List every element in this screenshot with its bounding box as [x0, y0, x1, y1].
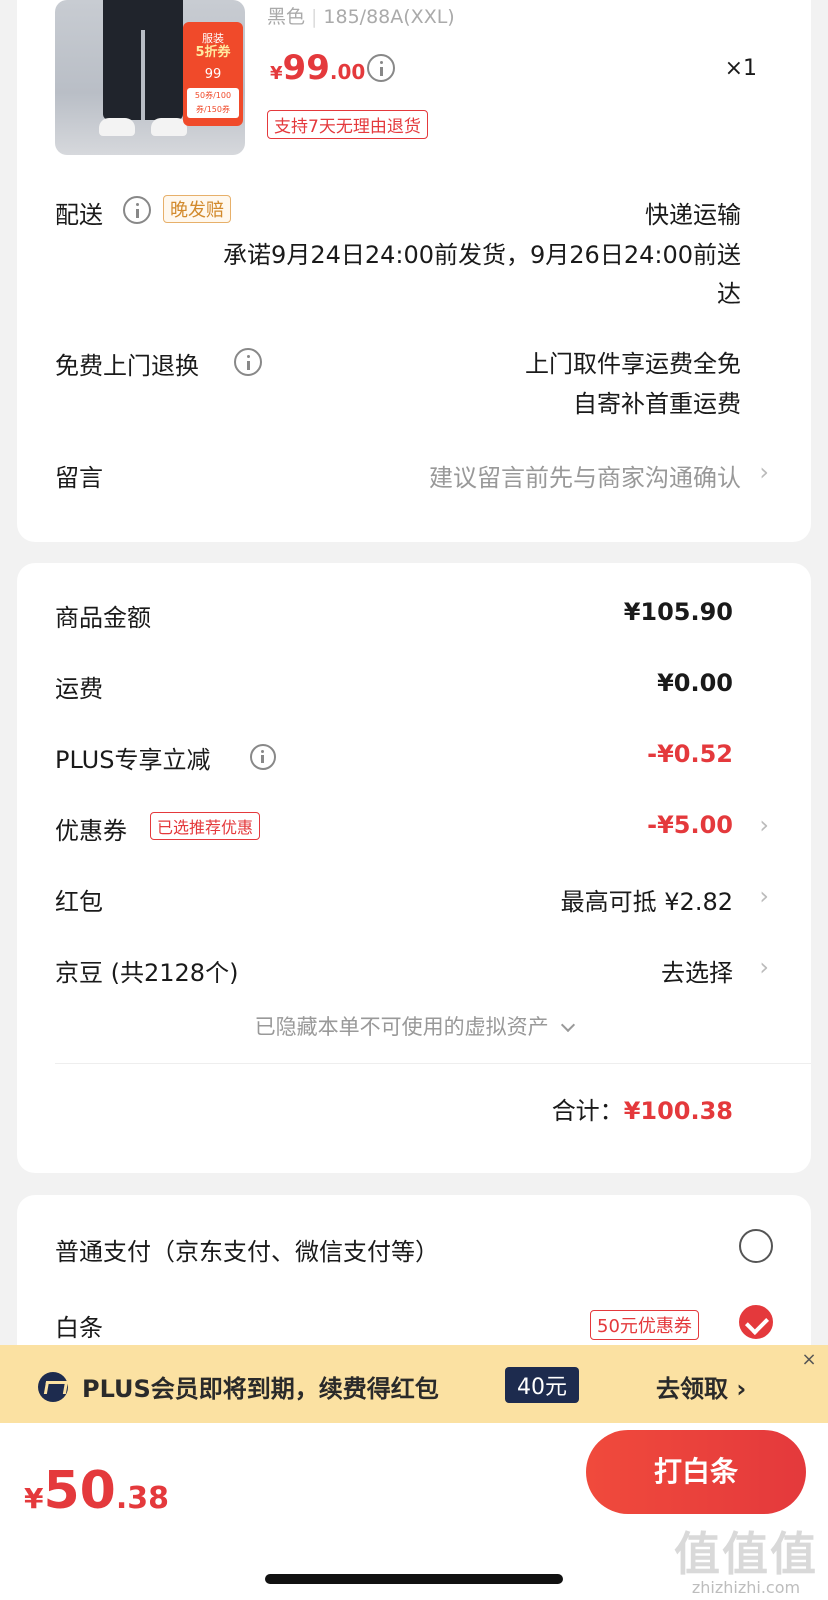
hidden-assets-toggle[interactable]: 已隐藏本单不可使用的虚拟资产	[17, 1011, 811, 1041]
free-return-line2: 自寄补首重运费	[573, 390, 741, 418]
normal-payment-label[interactable]: 普通支付（京东支付、微信支付等）	[55, 1232, 439, 1267]
free-return-line1: 上门取件享运费全免	[525, 350, 741, 378]
pants-illustration	[103, 0, 183, 120]
delivery-method[interactable]: 快递运输	[645, 195, 741, 230]
watermark: 值值值 zhizhizhi.com	[674, 1518, 818, 1597]
chevron-down-icon	[561, 1017, 576, 1033]
home-indicator[interactable]	[265, 1574, 563, 1584]
shoe-right-illustration	[151, 118, 187, 136]
hidden-assets-text: 已隐藏本单不可使用的虚拟资产	[254, 1015, 549, 1039]
price-integer: 99	[282, 48, 330, 88]
plus-renewal-banner[interactable]: PLUS会员即将到期，续费得红包 40元 去领取 › ×	[0, 1345, 828, 1423]
price-info-icon[interactable]	[367, 54, 395, 82]
free-return-label: 免费上门退换	[55, 352, 199, 380]
plus-discount-label: PLUS专享立减	[55, 746, 211, 774]
redpacket-chevron-icon[interactable]: ›	[759, 882, 769, 910]
late-compensation-tag: 晚发赔	[163, 195, 231, 223]
plus-discount-value: -¥0.52	[647, 740, 733, 768]
spec-separator: |	[311, 6, 318, 28]
checkout-bar: ¥50.38 打白条 值值值 zhizhizhi.com	[0, 1423, 828, 1600]
jingdou-chevron-icon[interactable]: ›	[759, 953, 769, 981]
pay-baitiao-button[interactable]: 打白条	[586, 1430, 806, 1514]
product-card: 服装 5折券 99 50券/100券/150券 黑色 | 185/88A(XXL) …	[17, 0, 811, 542]
shoe-left-illustration	[99, 118, 135, 136]
delivery-promise-cont: 达	[717, 280, 741, 308]
banner-claim-button[interactable]: 去领取 ›	[656, 1369, 746, 1404]
coupon-recommended-tag: 已选推荐优惠	[150, 812, 261, 840]
plus-crown-icon	[38, 1372, 68, 1402]
banner-redpacket-badge: 40元	[505, 1367, 579, 1403]
watermark-logo: 值值值	[674, 1527, 818, 1581]
pay-decimal: .38	[115, 1481, 170, 1516]
product-spec: 黑色 | 185/88A(XXL)	[267, 2, 455, 29]
redpacket-label: 红包	[55, 888, 103, 916]
shipping-value: ¥0.00	[657, 669, 733, 697]
baitiao-radio-checked[interactable]	[739, 1305, 773, 1339]
price-decimal: .00	[329, 60, 366, 84]
message-chevron-icon[interactable]: ›	[759, 458, 769, 486]
promo-price: 99	[204, 67, 222, 82]
promo-coupon: 50券/100券/150券	[187, 88, 239, 118]
goods-amount-label: 商品金额	[55, 604, 151, 632]
banner-close-icon[interactable]: ×	[798, 1349, 820, 1371]
product-image[interactable]: 服装 5折券 99 50券/100券/150券	[55, 0, 245, 155]
pay-amount: ¥50.38	[24, 1461, 169, 1521]
promo-line2: 5折券	[195, 45, 231, 60]
shipping-label: 运费	[55, 675, 103, 703]
promo-line1: 服装	[202, 32, 224, 45]
normal-payment-radio[interactable]	[739, 1229, 773, 1263]
message-input[interactable]: 建议留言前先与商家沟通确认	[429, 458, 741, 493]
image-promo-tag: 服装 5折券 99 50券/100券/150券	[183, 22, 243, 126]
total-value: ¥100.38	[623, 1097, 733, 1125]
goods-amount-value: ¥105.90	[623, 598, 733, 626]
plus-info-icon[interactable]	[250, 744, 276, 770]
product-color: 黑色	[267, 6, 306, 28]
delivery-info-icon[interactable]	[123, 196, 151, 224]
price-currency: ¥	[270, 63, 283, 84]
delivery-label: 配送	[55, 201, 103, 229]
jingdou-select[interactable]: 去选择	[661, 953, 733, 988]
product-size: 185/88A(XXL)	[323, 6, 455, 28]
banner-text: PLUS会员即将到期，续费得红包	[82, 1375, 439, 1403]
redpacket-value[interactable]: 最高可抵 ¥2.82	[561, 882, 733, 917]
coupon-chevron-icon[interactable]: ›	[759, 811, 769, 839]
pay-integer: 50	[43, 1461, 116, 1521]
baitiao-label[interactable]: 白条	[55, 1308, 103, 1343]
delivery-promise: 承诺9月24日24:00前发货，9月26日24:00前送	[223, 241, 741, 269]
summary-divider	[55, 1063, 811, 1064]
coupon-label: 优惠券	[55, 817, 127, 845]
product-quantity: ×1	[724, 56, 757, 81]
order-total: 合计：¥100.38	[552, 1091, 733, 1126]
message-label: 留言	[55, 464, 103, 492]
watermark-url: zhizhizhi.com	[691, 1578, 801, 1597]
product-price: ¥99.00	[270, 48, 365, 88]
baitiao-coupon-tag: 50元优惠券	[590, 1310, 699, 1340]
jingdou-label: 京豆 (共2128个)	[55, 959, 239, 987]
pay-currency: ¥	[24, 1482, 44, 1515]
return-policy-tag: 支持7天无理由退货	[267, 110, 428, 139]
free-return-info-icon[interactable]	[234, 348, 262, 376]
total-label: 合计：	[551, 1097, 624, 1125]
coupon-value[interactable]: -¥5.00	[647, 811, 733, 839]
price-summary-card: 商品金额 ¥105.90 运费 ¥0.00 PLUS专享立减 -¥0.52 优惠…	[17, 563, 811, 1173]
